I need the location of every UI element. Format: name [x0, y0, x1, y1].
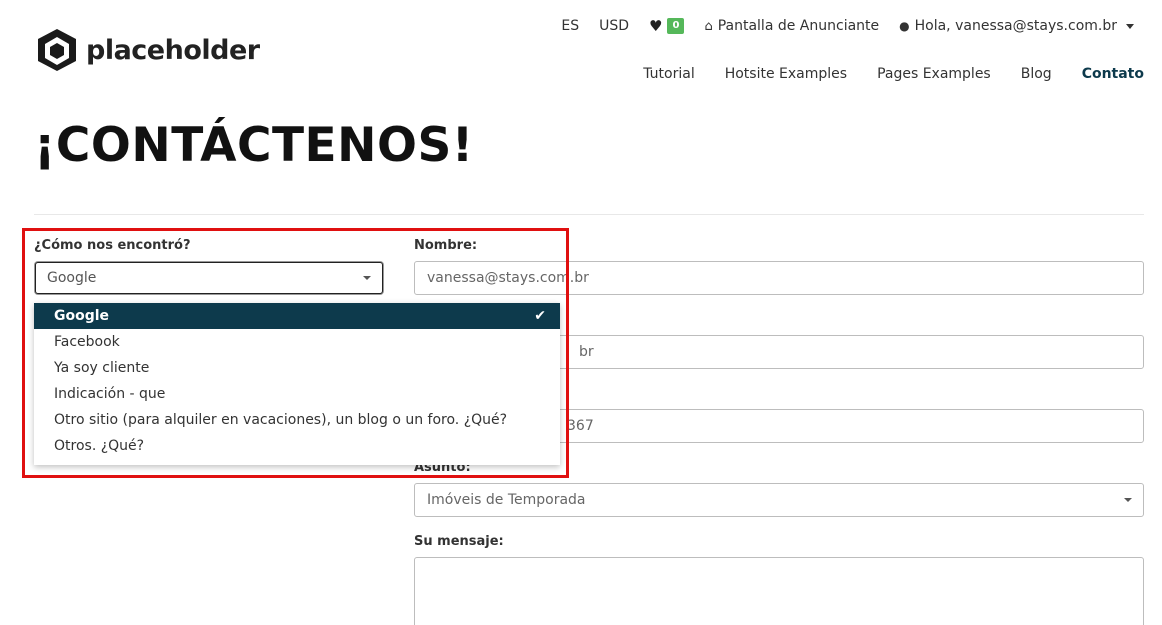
dropdown-option-other-site[interactable]: Otro sitio (para alquiler en vacaciones)… — [34, 407, 560, 433]
dropdown-option-label: Indicación - que — [54, 386, 166, 402]
dropdown-option-others[interactable]: Otros. ¿Qué? — [34, 433, 560, 459]
found-dropdown-list: Google ✔ Facebook Ya soy cliente Indicac… — [34, 303, 560, 465]
favorites-link[interactable]: ♥ 0 — [649, 17, 685, 35]
check-icon: ✔ — [534, 308, 546, 324]
nav-item-blog[interactable]: Blog — [1021, 66, 1052, 82]
dropdown-option-label: Otro sitio (para alquiler en vacaciones)… — [54, 412, 508, 428]
dropdown-option-already-client[interactable]: Ya soy cliente — [34, 355, 560, 381]
name-input-value: vanessa@stays.com.br — [427, 270, 589, 286]
name-input[interactable]: vanessa@stays.com.br — [414, 261, 1144, 295]
email-input-value: br — [579, 344, 594, 360]
nav-item-contato[interactable]: Contato — [1082, 66, 1144, 82]
user-menu[interactable]: ● Hola, vanessa@stays.com.br — [899, 18, 1134, 34]
currency-selector[interactable]: USD — [599, 18, 629, 34]
dropdown-option-label: Google — [54, 308, 110, 324]
dropdown-option-facebook[interactable]: Facebook — [34, 329, 560, 355]
dropdown-option-label: Facebook — [54, 334, 120, 350]
user-icon: ● — [899, 19, 910, 33]
found-label: ¿Cómo nos encontró? — [34, 238, 191, 253]
top-bar: ES USD ♥ 0 ⌂ Pantalla de Anunciante ● Ho… — [541, 16, 1134, 36]
message-textarea[interactable] — [414, 557, 1144, 625]
subject-select[interactable]: Imóveis de Temporada — [414, 483, 1144, 517]
advertiser-screen-label: Pantalla de Anunciante — [717, 18, 880, 34]
logo-text: placeholder — [86, 34, 260, 66]
dropdown-option-referral[interactable]: Indicación - que — [34, 381, 560, 407]
dropdown-option-label: Ya soy cliente — [54, 360, 150, 376]
nav-item-pages-examples[interactable]: Pages Examples — [877, 66, 991, 82]
main-nav: Tutorial Hotsite Examples Pages Examples… — [613, 66, 1144, 82]
message-label: Su mensaje: — [414, 534, 504, 549]
language-selector[interactable]: ES — [561, 18, 579, 34]
dropdown-arrow-icon — [363, 276, 371, 280]
advertiser-screen-link[interactable]: ⌂ Pantalla de Anunciante — [704, 18, 879, 34]
dropdown-option-google[interactable]: Google ✔ — [34, 303, 560, 329]
favorites-count-badge: 0 — [667, 18, 685, 34]
nav-item-hotsite-examples[interactable]: Hotsite Examples — [725, 66, 847, 82]
found-select[interactable]: Google — [35, 262, 383, 294]
name-label: Nombre: — [414, 238, 478, 253]
page-title: ¡CONTÁCTENOS! — [34, 118, 474, 173]
divider — [34, 214, 1144, 215]
home-icon: ⌂ — [704, 18, 713, 34]
dropdown-option-label: Otros. ¿Qué? — [54, 438, 145, 454]
chevron-down-icon — [1126, 23, 1134, 29]
user-greeting: Hola, vanessa@stays.com.br — [914, 18, 1117, 34]
logo-hexagon-icon — [38, 29, 76, 71]
found-select-value: Google — [47, 270, 97, 286]
phone-input-value: 367 — [567, 418, 594, 434]
subject-select-value: Imóveis de Temporada — [427, 492, 586, 508]
heart-icon: ♥ — [649, 17, 663, 35]
nav-item-tutorial[interactable]: Tutorial — [643, 66, 694, 82]
dropdown-arrow-icon — [1124, 498, 1132, 502]
logo[interactable]: placeholder — [34, 27, 260, 73]
